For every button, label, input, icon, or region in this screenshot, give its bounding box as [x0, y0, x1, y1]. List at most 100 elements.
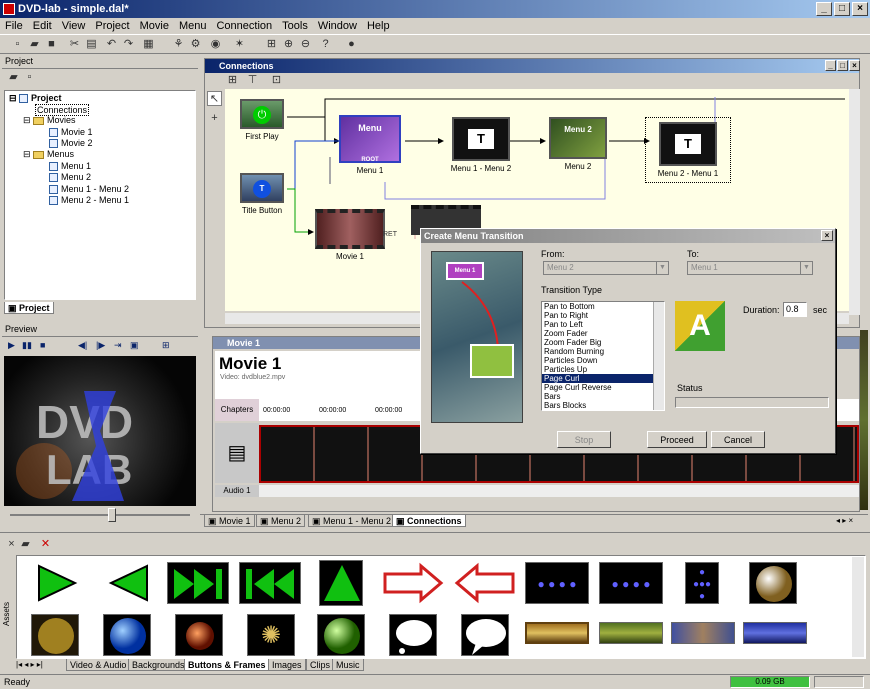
asset-play-arrow[interactable]	[33, 562, 81, 604]
new-icon[interactable]: ▫	[10, 37, 25, 52]
audio-track[interactable]	[259, 485, 859, 497]
menu-view[interactable]: View	[57, 18, 91, 34]
arrange-icon[interactable]: ⊡	[269, 73, 284, 88]
assets-tab-buttons-frames[interactable]: Buttons & Frames	[184, 659, 270, 671]
conn-close[interactable]: ×	[849, 60, 860, 71]
node-menu-2[interactable]: Menu 2 Menu 2	[547, 117, 609, 171]
marker-icon[interactable]: ⇥	[114, 340, 122, 351]
next-icon[interactable]: |▶	[96, 340, 105, 351]
list-item-selected[interactable]: Page Curl	[542, 374, 664, 383]
tree-movies-folder[interactable]: ⊟ Movies	[23, 115, 76, 126]
tab-scroll-icon[interactable]: ◂ ▸ ×	[836, 516, 853, 525]
undo-icon[interactable]: ↶	[104, 37, 119, 52]
asset-dots-left[interactable]: ● ● ● ●	[599, 562, 663, 604]
cut-icon[interactable]: ✂	[67, 37, 82, 52]
burn-icon[interactable]: ◉	[208, 37, 223, 52]
page-icon[interactable]: ▫	[22, 70, 37, 85]
tree-menus-folder[interactable]: ⊟ Menus	[23, 149, 74, 160]
menu-window[interactable]: Window	[313, 18, 362, 34]
list-item[interactable]: Pan to Right	[542, 311, 664, 320]
from-select[interactable]: Menu 2 ▼	[543, 261, 669, 275]
prev-icon[interactable]: ◀|	[78, 340, 87, 351]
list-item[interactable]: Zoom Fader	[542, 329, 664, 338]
to-select[interactable]: Menu 1 ▼	[687, 261, 813, 275]
stop-icon[interactable]: ■	[40, 340, 45, 350]
dialog-close[interactable]: ×	[821, 230, 833, 241]
save-icon[interactable]: ■	[44, 37, 59, 52]
cancel-button[interactable]: Cancel	[711, 431, 765, 448]
assets-delete-icon[interactable]: ✕	[38, 537, 53, 552]
stop-button[interactable]: Stop	[557, 431, 611, 448]
menu-connection[interactable]: Connection	[211, 18, 277, 34]
paste-icon[interactable]: ▤	[84, 37, 99, 52]
asset-outline-arrow-left[interactable]	[453, 562, 517, 604]
assets-tab-clips[interactable]: Clips	[306, 659, 335, 671]
connect-icon[interactable]: ⚘	[171, 37, 186, 52]
node-menu1-menu2[interactable]: T Menu 1 - Menu 2	[437, 117, 525, 173]
proceed-button[interactable]: Proceed	[647, 431, 707, 448]
asset-dots-right[interactable]: ● ● ● ●	[525, 562, 589, 604]
assets-tab-video-audio[interactable]: Video & Audio	[66, 659, 131, 671]
conn-maximize[interactable]: □	[837, 60, 848, 71]
list-item[interactable]: Pan to Bottom	[542, 302, 664, 311]
asset-gold-sphere[interactable]	[749, 562, 797, 604]
node-movie-1[interactable]: Movie 1	[313, 209, 387, 261]
add-icon[interactable]: +	[207, 111, 222, 126]
assets-tab-nav-icon[interactable]: |◂ ◂ ▸ ▸|	[16, 660, 43, 669]
pause-icon[interactable]: ▮▮	[22, 340, 32, 351]
node-first-play[interactable]: ⏻ First Play	[237, 99, 287, 141]
preview-slider-track[interactable]	[10, 514, 190, 516]
list-item[interactable]: Pan to Left	[542, 320, 664, 329]
redo-icon[interactable]: ↷	[121, 37, 136, 52]
open-icon[interactable]: ▰	[27, 37, 42, 52]
conn-vscroll[interactable]	[849, 89, 860, 315]
menu-file[interactable]: File	[0, 18, 28, 34]
menu-project[interactable]: Project	[90, 18, 134, 34]
zoom-in-icon[interactable]: ⊕	[281, 37, 296, 52]
asset-green-frame[interactable]	[599, 622, 663, 644]
link-icon[interactable]: ⊤	[245, 73, 260, 88]
list-item[interactable]: Bars Blocks	[542, 401, 664, 410]
assets-close-icon[interactable]: ×	[4, 537, 19, 552]
folder-icon[interactable]: ▰	[6, 70, 21, 85]
assets-tab-images[interactable]: Images	[268, 659, 306, 671]
menu-edit[interactable]: Edit	[28, 18, 57, 34]
play-icon[interactable]: ▶	[8, 340, 15, 351]
menu-movie[interactable]: Movie	[135, 18, 174, 34]
grid-preview-icon[interactable]: ⊞	[162, 340, 170, 351]
asset-up-triangle[interactable]	[319, 560, 363, 606]
assets-vscroll[interactable]	[852, 557, 864, 657]
tree-movie-2[interactable]: Movie 2	[49, 138, 93, 149]
help-icon[interactable]: ?	[318, 37, 333, 52]
asset-gold-frame[interactable]	[525, 622, 589, 644]
asset-speech-bubble[interactable]	[461, 614, 509, 656]
menu-menu[interactable]: Menu	[174, 18, 212, 34]
doc-tab-movie-1[interactable]: ▣ Movie 1	[204, 515, 255, 527]
asset-green-sphere[interactable]	[317, 614, 365, 656]
grid-icon[interactable]: ⊞	[264, 37, 279, 52]
menu-tools[interactable]: Tools	[277, 18, 313, 34]
maximize-button[interactable]: □	[834, 2, 850, 16]
list-item[interactable]: Page Curl Reverse	[542, 383, 664, 392]
wand-icon[interactable]: ✶	[232, 37, 247, 52]
doc-tab-menu-2[interactable]: ▣ Menu 2	[256, 515, 306, 527]
conn-minimize[interactable]: _	[825, 60, 836, 71]
close-button[interactable]: ×	[852, 2, 868, 16]
list-item[interactable]: Particles Up	[542, 365, 664, 374]
asset-firework[interactable]: ✺	[247, 614, 295, 656]
menu-help[interactable]: Help	[362, 18, 395, 34]
project-tab[interactable]: ▣ Project	[4, 302, 54, 314]
asset-skip-forward[interactable]	[167, 562, 229, 604]
snapshot-icon[interactable]: ▣	[130, 340, 139, 351]
list-item[interactable]: Random Burning	[542, 347, 664, 356]
assets-tab-backgrounds[interactable]: Backgrounds	[128, 659, 189, 671]
preview-slider-thumb[interactable]	[108, 508, 116, 522]
assets-tab-music[interactable]: Music	[332, 659, 364, 671]
asset-blue-frame[interactable]	[671, 622, 735, 644]
layout-icon[interactable]: ⊞	[225, 73, 240, 88]
asset-blue-sphere[interactable]	[103, 614, 151, 656]
list-item[interactable]: Bars	[542, 392, 664, 401]
minimize-button[interactable]: _	[816, 2, 832, 16]
asset-skip-back[interactable]	[239, 562, 301, 604]
transition-list-scrollbar[interactable]	[653, 302, 664, 410]
